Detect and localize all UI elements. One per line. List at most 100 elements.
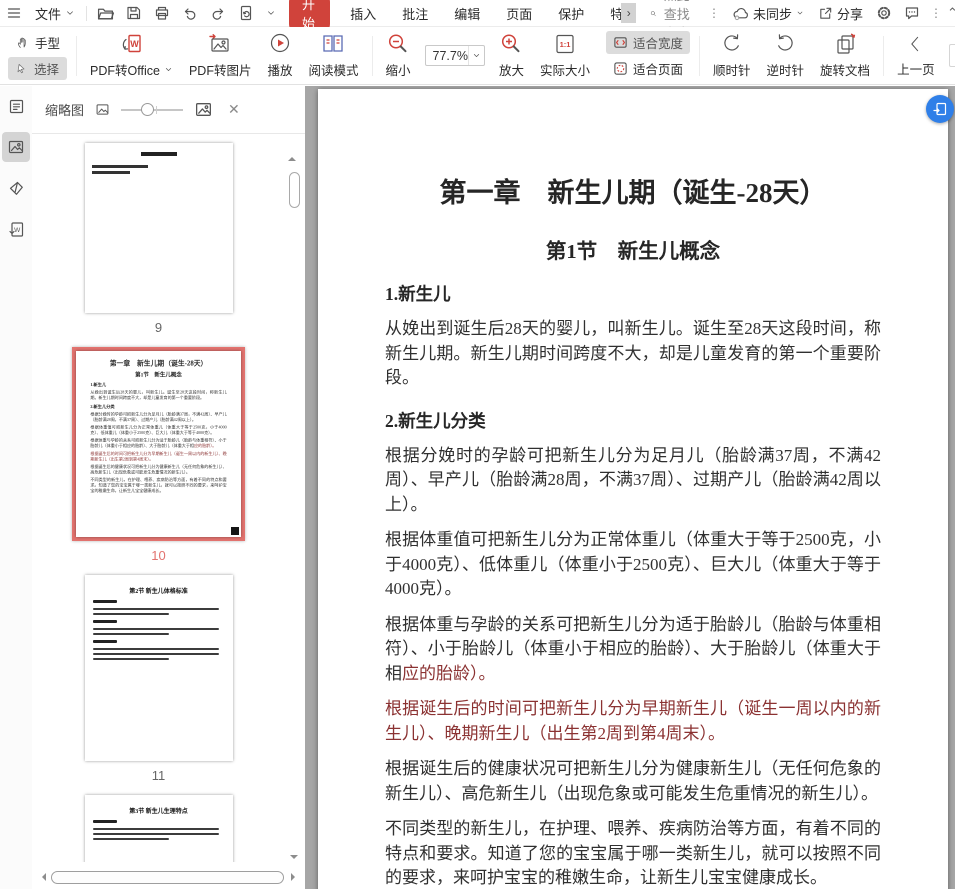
quickbar-dropdown-icon[interactable] [260,8,282,18]
cloud-offline-icon [733,7,748,20]
app-menu-icon[interactable] [0,5,28,21]
zoom-dropdown-caret[interactable] [467,46,484,65]
hand-tool-label: 手型 [35,37,61,51]
rotate-document-button[interactable]: 旋转文档 [812,32,878,79]
rotate-ccw-icon [778,34,793,51]
doc-heading: 1.新生儿 [385,284,451,304]
menubar-tab-6[interactable]: 特殊 [597,4,621,23]
thumbnail-size-slider[interactable] [121,102,184,117]
thumbnail-page-label: 10 [151,548,166,563]
menubar-tab-1[interactable]: 插入 [337,4,389,23]
doc-paragraph: 根据诞生后的时间可把新生儿分为早期新生儿（诞生一周以内的新生儿）、晚期新生儿（出… [90,451,227,462]
export-word-panel-icon[interactable]: W [2,214,30,244]
thumbnail-page-label: 9 [154,320,163,335]
horizontal-scroll-thumb[interactable] [51,870,284,884]
previous-page-button[interactable]: 上一页 [889,33,943,78]
thumbnail-page-10[interactable]: 第一章 新生儿期（诞生-28天） 第1节 新生儿概念 1.新生儿 从娩出到诞生后28天… [72,347,245,575]
scroll-up-arrow[interactable] [288,140,296,161]
fit-width-button[interactable]: 适合宽度 [606,31,691,54]
zoom-in-icon [502,34,520,53]
settings-gear-icon[interactable] [870,5,898,21]
file-menu[interactable]: 文件 [28,4,82,23]
collapse-toolbar-icon[interactable]: ⌃ [947,5,955,21]
document-view[interactable]: 第一章 新生儿期（诞生-28天） 第1节 新生儿概念 1.新生儿 从娩出到诞生后2… [305,86,955,889]
convert-doc-icon [933,102,947,116]
fit-page-label: 适合页面 [633,63,684,77]
fit-page-button[interactable]: 适合页面 [606,57,690,80]
cursor-icon [17,63,25,73]
scroll-down-arrow[interactable] [290,855,298,859]
actual-size-button[interactable]: 1:1 实际大小 [532,32,598,79]
menubar-tab-2[interactable]: 批注 [389,4,441,23]
zoom-in-button[interactable]: 放大 [491,32,532,79]
rotate-cw-icon [724,34,739,51]
previous-page-label: 上一页 [897,63,935,77]
pdf-to-office-button[interactable]: W PDF转Office [82,32,181,79]
sidebar-horizontal-scrollbar[interactable] [42,869,295,885]
annotation-pen-icon[interactable] [2,173,30,203]
menubar-tab-5[interactable]: 保护 [545,4,597,23]
zoom-in-label: 放大 [498,64,524,78]
open-file-icon[interactable] [91,5,120,22]
pdf-to-image-label: PDF转图片 [188,64,252,78]
outline-panel-icon[interactable] [2,91,30,121]
chapter-title: 第一章 新生儿期（诞生-28天） [439,178,827,208]
pdf-to-word-floating-button[interactable] [926,95,954,123]
thumbnail-size-small-icon[interactable] [95,102,110,117]
zoom-out-button[interactable]: 缩小 [378,32,419,79]
pdf-to-image-button[interactable]: PDF转图片 [181,32,260,79]
hand-tool-button[interactable]: 手型 [8,31,67,54]
scroll-left-arrow[interactable] [42,873,46,881]
toolbar: 手型 选择 W PDF转Office PDF转图片 播放 阅读模式 缩小 77.… [0,27,955,85]
zoom-level-value: 77.7% [432,48,468,63]
doc-paragraph: 根据诞生后的时间可把新生儿分为早期新生儿（诞生一周以内的新生儿）、晚期新生儿（出… [385,699,881,743]
sync-status[interactable]: 未同步 [725,4,811,23]
page-number-input[interactable]: 1 [948,44,955,67]
rotate-counterclockwise-button[interactable]: 逆时针 [759,32,813,79]
vertical-scroll-thumb[interactable] [289,172,300,208]
doc-paragraph: 不同类型的新生儿，在护理、喂养、疾病防治等方面，有着不同的特点和要求。知道了您的… [385,819,881,887]
thumbnail-title: 第2节 新生儿体格标准 [129,589,188,595]
menubar-tab-3[interactable]: 编辑 [441,4,493,23]
rotate-clockwise-button[interactable]: 顺时针 [705,32,759,79]
select-tool-button[interactable]: 选择 [8,57,68,80]
sidebar-vertical-scrollbar[interactable] [288,140,301,859]
svg-text:1:1: 1:1 [560,40,571,49]
undo-icon[interactable] [176,5,204,21]
play-label: 播放 [267,64,293,78]
slider-knob[interactable] [140,102,154,116]
pdf-to-office-label: PDF转Office [90,64,160,78]
share-button[interactable]: 分享 [811,4,870,23]
svg-text:W: W [131,39,140,49]
scroll-right-arrow[interactable] [291,873,295,881]
close-panel-icon[interactable]: ✕ [228,101,240,118]
thumbnail-page-9[interactable]: 9 [84,143,233,347]
thumbnail-panel-icon[interactable] [2,132,30,162]
tab-scroll-right-button[interactable]: › [621,3,637,23]
thumbnail-size-large-icon[interactable] [194,100,213,119]
redo-icon[interactable] [204,5,232,21]
play-button[interactable]: 播放 [259,32,300,79]
chevron-down-icon [67,11,73,15]
save-icon[interactable] [120,5,148,21]
menubar-tab-4[interactable]: 页面 [493,4,545,23]
doc-paragraph: 根据体重值可把新生儿分为正常体重儿（体重大于等于2500克，小于4000克）、低… [385,530,881,598]
convert-export-icon[interactable] [232,5,260,21]
fit-width-label: 适合宽度 [633,37,684,51]
rotate-ccw-label: 逆时针 [766,64,805,78]
chevron-left-icon [911,36,918,52]
search-options-icon[interactable]: ⋮ [704,6,725,20]
thumbnail-page-partial[interactable]: 第3节 新生儿生理特点 [84,795,233,862]
thumbnail-resize-marker [231,527,239,535]
read-mode-button[interactable]: 阅读模式 [300,32,366,79]
pdf-to-image-icon [209,34,229,52]
print-icon[interactable] [148,5,176,21]
thumbnail-page-11[interactable]: 第2节 新生儿体格标准 11 [84,575,233,795]
fit-page-icon [614,62,627,75]
pdf-to-word-icon: W [123,34,142,53]
feedback-comment-icon[interactable] [898,5,926,21]
more-menu-icon[interactable]: ⋮ [926,6,947,20]
doc-heading: 2.新生儿分类 [90,404,115,410]
zoom-level-combobox[interactable]: 77.7% [424,45,485,66]
search-icon [651,10,657,16]
